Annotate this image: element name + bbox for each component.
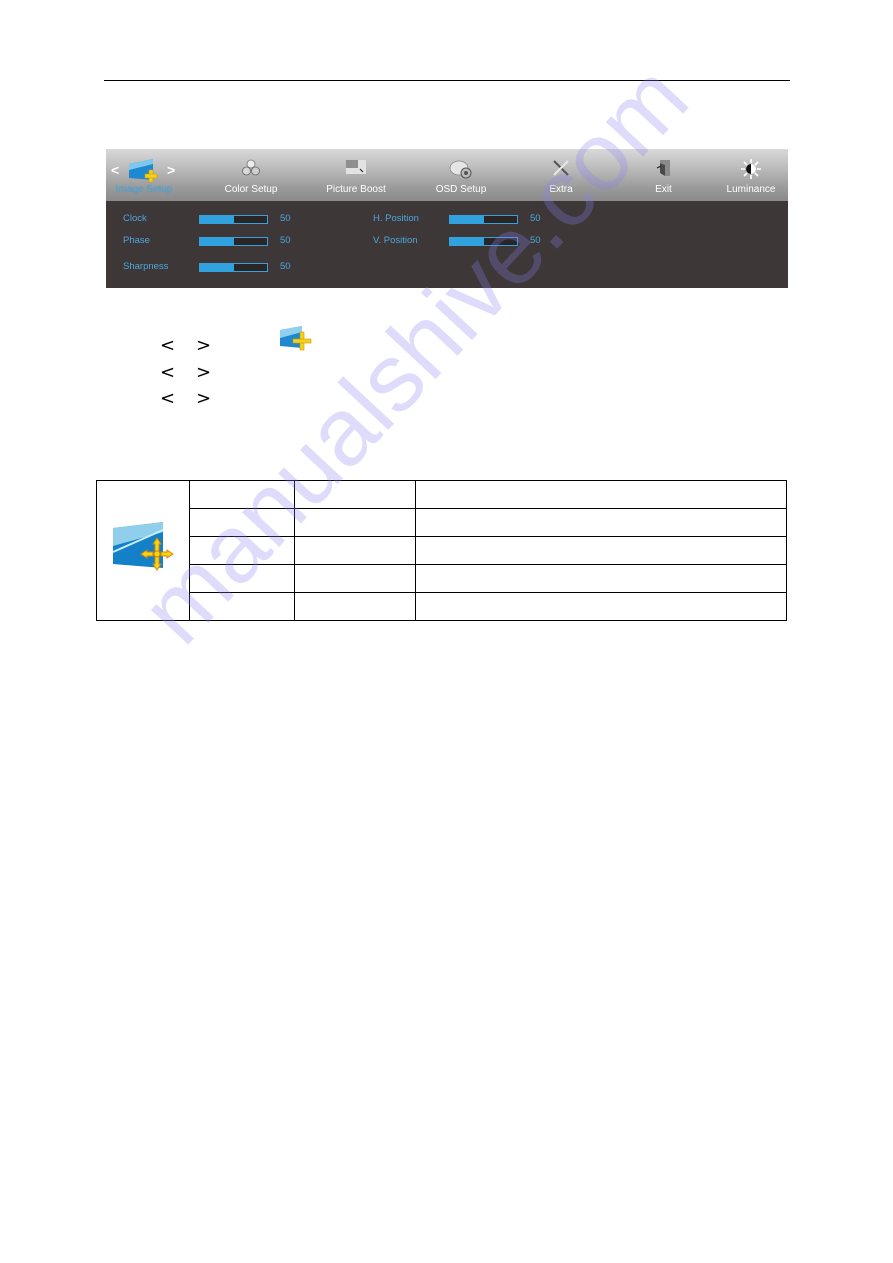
tab-exit[interactable]: Exit (636, 149, 691, 201)
right-arrow-glyph: > (196, 388, 212, 409)
instruction-line: < > (160, 388, 232, 409)
table-row (97, 508, 787, 537)
table-cell (294, 564, 416, 593)
slider[interactable] (449, 237, 518, 246)
table-cell (415, 508, 787, 537)
instruction-line: < > (160, 362, 232, 383)
tab-label: Luminance (726, 184, 776, 195)
table-cell (294, 480, 416, 509)
tab-color-setup[interactable]: Color Setup (216, 149, 286, 201)
tab-image-setup[interactable]: Image Setup (114, 149, 174, 201)
table-cell (189, 564, 295, 593)
table-cell (415, 592, 787, 621)
slider-fill (450, 216, 484, 223)
osd-menu: < > Image Setup Color Setup Picture Boos… (106, 149, 788, 288)
setting-label: Sharpness (123, 261, 169, 272)
image-setup-icon (278, 324, 314, 357)
slider-fill (200, 238, 234, 245)
slider[interactable] (199, 237, 268, 246)
color-setup-icon (241, 158, 261, 183)
tab-label: Image Setup (115, 184, 173, 195)
tab-extra[interactable]: Extra (531, 149, 591, 201)
table-cell (415, 564, 787, 593)
settings-table (96, 480, 787, 621)
osd-tab-bar: < > Image Setup Color Setup Picture Boos… (106, 149, 788, 201)
luminance-icon (740, 158, 762, 185)
extra-icon (551, 158, 571, 183)
left-arrow-glyph: < (160, 388, 176, 409)
table-icon-cell (96, 480, 190, 621)
table-row (96, 480, 787, 621)
right-arrow-glyph: > (196, 362, 212, 383)
setting-value: 50 (530, 235, 541, 246)
tab-osd-setup[interactable]: OSD Setup (426, 149, 496, 201)
slider-fill (200, 264, 234, 271)
slider-fill (450, 238, 484, 245)
setting-label: Phase (123, 235, 150, 246)
slider[interactable] (199, 215, 268, 224)
table-cell (294, 508, 416, 537)
setting-value: 50 (280, 213, 291, 224)
slider[interactable] (199, 263, 268, 272)
instruction-line: < > (160, 335, 232, 356)
table-cell (189, 536, 295, 565)
table-cell (294, 592, 416, 621)
tab-label: Extra (549, 184, 573, 195)
table-cell (189, 508, 295, 537)
table-cell (294, 536, 416, 565)
right-arrow-glyph: > (196, 335, 212, 356)
setting-label: V. Position (373, 235, 418, 246)
setting-value: 50 (280, 261, 291, 272)
table-cell (415, 480, 787, 509)
table-row (97, 564, 787, 593)
tab-label: Exit (655, 184, 672, 195)
tab-picture-boost[interactable]: Picture Boost (316, 149, 396, 201)
table-row (97, 536, 787, 565)
tab-label: Picture Boost (326, 184, 386, 195)
osd-setup-icon (448, 158, 474, 185)
slider[interactable] (449, 215, 518, 224)
exit-icon (655, 158, 673, 183)
table-cell (189, 592, 295, 621)
picture-boost-icon (344, 158, 368, 181)
setting-label: H. Position (373, 213, 419, 224)
setting-value: 50 (530, 213, 541, 224)
table-cell (189, 480, 295, 509)
tab-label: OSD Setup (435, 184, 487, 195)
left-arrow-glyph: < (160, 362, 176, 383)
table-row (97, 592, 787, 621)
setting-label: Clock (123, 213, 147, 224)
tab-label: Color Setup (224, 184, 278, 195)
setting-value: 50 (280, 235, 291, 246)
osd-settings-panel: Clock 50 Phase 50 Sharpness 50 H. Positi… (106, 201, 788, 288)
slider-fill (200, 216, 234, 223)
image-setup-icon (105, 522, 181, 582)
left-arrow-glyph: < (160, 335, 176, 356)
header-rule (104, 80, 790, 81)
tab-luminance[interactable]: Luminance (721, 149, 781, 201)
table-cell (415, 536, 787, 565)
